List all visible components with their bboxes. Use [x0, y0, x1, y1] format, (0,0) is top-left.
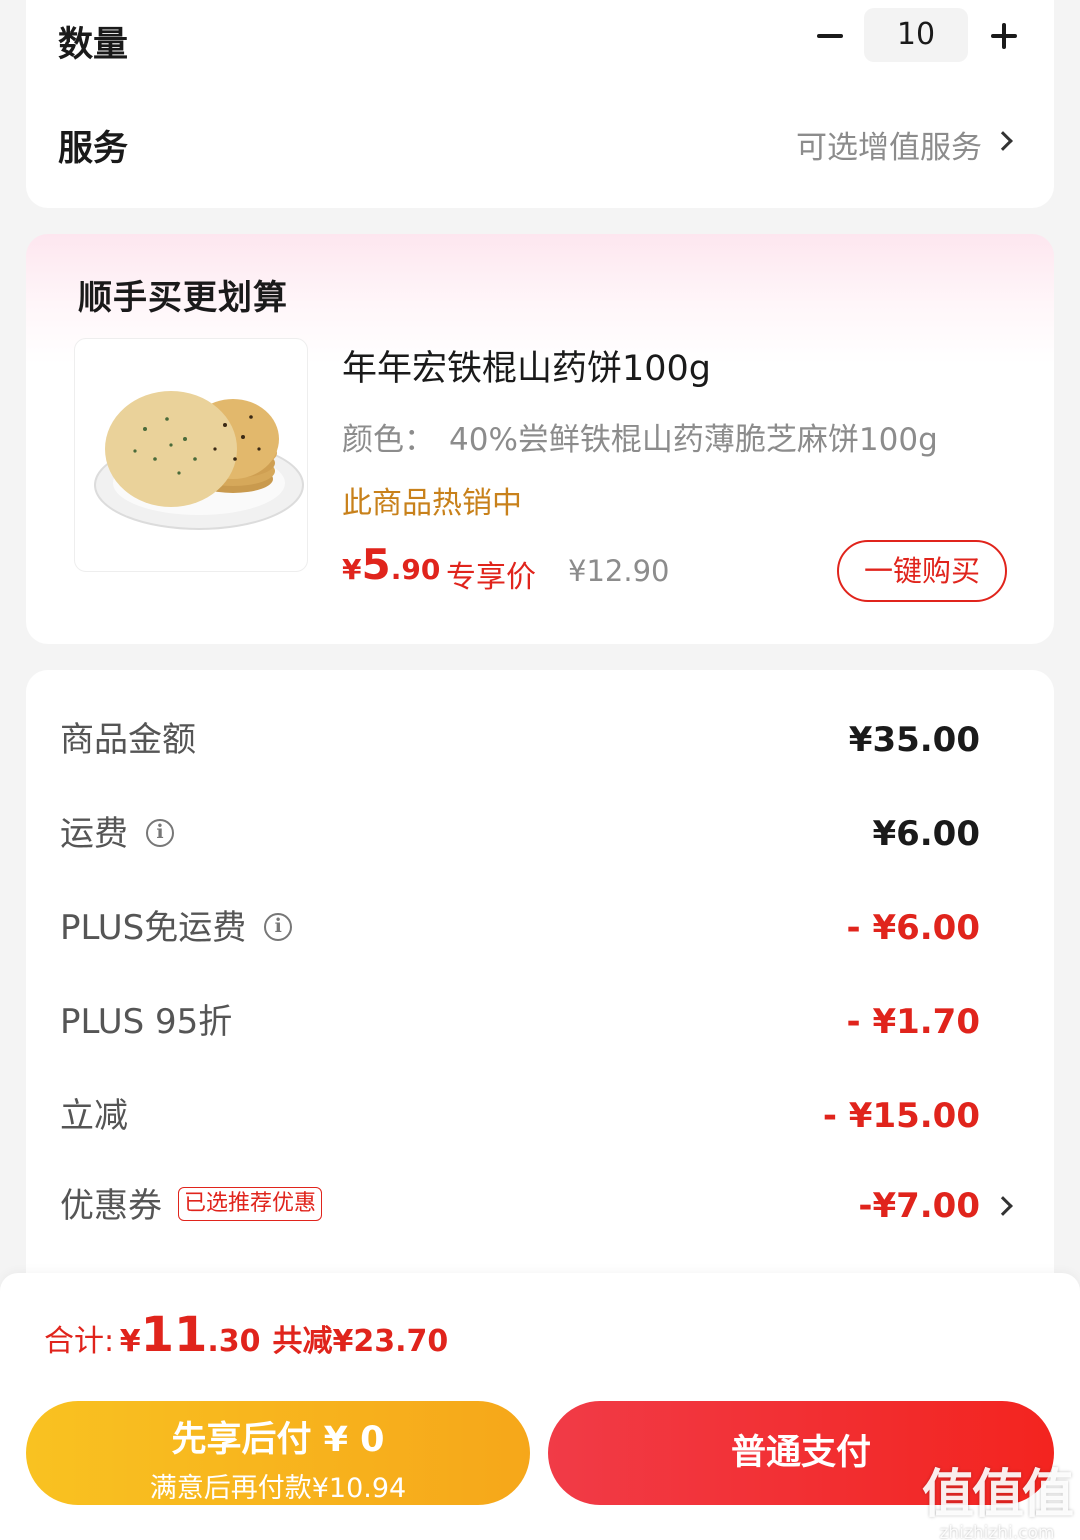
pay-later-button[interactable]: 先享后付 ¥ 0 满意后再付款¥10.94 [26, 1401, 530, 1505]
fee-value: - ¥1.70 [846, 1002, 981, 1042]
addon-price: ¥5.90 [342, 540, 440, 589]
watermark-logo: 值值值 [921, 1465, 1074, 1525]
total-bar: 合计: ¥11.30 共减¥23.70 [0, 1273, 1080, 1389]
fee-label-with-info: 运费 i [60, 804, 174, 864]
fee-row-plus-discount: PLUS 95折 - ¥1.70 [26, 992, 1054, 1052]
addon-price-integer: 5 [361, 540, 391, 589]
addon-original-price: ¥12.90 [568, 554, 670, 588]
addon-section-title: 顺手买更划算 [78, 278, 288, 318]
fee-label-text: 运费 [60, 814, 128, 854]
total-saved: 共减¥23.70 [272, 1324, 449, 1359]
fee-row-instant-reduction: 立减 - ¥15.00 [26, 1086, 1054, 1146]
pay-later-main-label: 先享后付 ¥ 0 [171, 1420, 385, 1460]
fee-label-text: PLUS免运费 [60, 908, 247, 948]
addon-hot-badge: 此商品热销中 [342, 486, 522, 521]
fee-row-plus-free-shipping: PLUS免运费 i - ¥6.00 [26, 898, 1054, 958]
fee-label-text: 优惠券 [60, 1186, 162, 1226]
fee-value: - ¥15.00 [822, 1096, 980, 1136]
fee-label-with-info: PLUS免运费 i [60, 898, 293, 958]
fee-label: 商品金额 [60, 720, 196, 760]
fee-value: ¥35.00 [848, 720, 980, 760]
quantity-decrease-button[interactable] [808, 14, 852, 58]
watermark: 值值值 zhizhizhi.com [921, 1452, 1074, 1540]
addon-spec-value: 40%尝鲜铁棍山药薄脆芝麻饼100g [449, 422, 938, 458]
total-integer: 11 [140, 1307, 208, 1363]
one-click-buy-button[interactable]: 一键购买 [837, 540, 1007, 602]
quantity-input[interactable]: 10 [864, 8, 968, 62]
total-symbol: ¥ [119, 1324, 141, 1359]
fee-row-coupon[interactable]: 优惠券 已选推荐优惠 -¥7.00 [26, 1176, 1054, 1236]
addon-price-decimal: .90 [390, 553, 441, 586]
watermark-url: zhizhizhi.com [939, 1523, 1055, 1540]
quantity-increase-button[interactable] [982, 14, 1026, 58]
fee-value: ¥6.00 [872, 814, 980, 854]
quantity-label: 数量 [58, 25, 129, 65]
total-summary: 合计: ¥11.30 共减¥23.70 [44, 1307, 448, 1363]
addon-spec-label: 颜色： [342, 422, 435, 458]
price-breakdown-card: 商品金额 ¥35.00 运费 i ¥6.00 PLUS免运费 i - ¥6.00 P… [26, 670, 1054, 1310]
fee-value: - ¥6.00 [846, 908, 981, 948]
fee-label: PLUS 95折 [60, 1002, 233, 1042]
coupon-value[interactable]: -¥7.00 [858, 1176, 980, 1236]
fee-label-with-tag: 优惠券 已选推荐优惠 [60, 1176, 323, 1236]
fee-row-goods-amount: 商品金额 ¥35.00 [26, 710, 1054, 770]
total-decimal: .30 [207, 1324, 261, 1359]
action-bar: 先享后付 ¥ 0 满意后再付款¥10.94 普通支付 [0, 1389, 1080, 1540]
info-icon[interactable]: i [264, 912, 293, 941]
coupon-recommended-tag: 已选推荐优惠 [178, 1186, 323, 1221]
addon-product-name[interactable]: 年年宏铁棍山药饼100g [342, 340, 711, 391]
info-icon[interactable]: i [146, 818, 174, 847]
plus-icon-vertical [1002, 23, 1006, 49]
service-label: 服务 [58, 129, 129, 169]
addon-spec: 颜色： 40%尝鲜铁棍山药薄脆芝麻饼100g [342, 414, 938, 459]
addon-price-symbol: ¥ [342, 553, 362, 586]
chevron-right-icon[interactable] [993, 1196, 1013, 1216]
chevron-right-icon[interactable] [993, 131, 1013, 151]
product-image[interactable] [74, 338, 308, 572]
fee-label: 立减 [60, 1096, 128, 1136]
addon-exclusive-tag: 专享价 [446, 560, 536, 595]
total-label: 合计: [44, 1324, 115, 1359]
quantity-service-card: 数量 10 服务 可选增值服务 [26, 0, 1054, 208]
yam-crackers-illustration [94, 391, 304, 530]
minus-icon [817, 34, 843, 38]
pay-later-sub-label: 满意后再付款¥10.94 [149, 1473, 407, 1504]
addon-card: 顺手买更划算 年年宏铁棍山药饼100g 颜色： 40%尝鲜铁棍山药薄脆芝麻饼100… [26, 234, 1054, 644]
service-selector[interactable]: 可选增值服务 [796, 122, 982, 167]
fee-row-shipping: 运费 i ¥6.00 [26, 804, 1054, 864]
